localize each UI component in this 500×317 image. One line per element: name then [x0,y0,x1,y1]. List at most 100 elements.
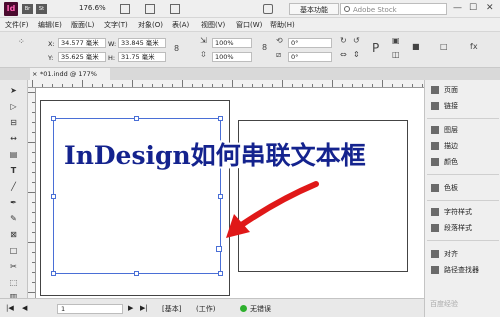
shear-field[interactable]: 0° [288,52,332,62]
mode-label[interactable]: (工作) [196,304,215,314]
menu-help[interactable]: 帮助(H) [270,20,295,30]
ruler-tick [372,84,373,87]
status-bar: |◀ ◀ 1 ▶ ▶| [基本] (工作) 无错误 [0,298,424,317]
document-canvas[interactable] [36,88,424,298]
frame-handle-bm[interactable] [134,271,139,276]
menu-type[interactable]: 文字(T) [104,20,128,30]
type-tool-icon[interactable]: T [8,166,19,176]
menu-layout[interactable]: 版面(L) [71,20,94,30]
frame-handle-br[interactable] [218,271,223,276]
publish-online-icon[interactable] [263,4,273,14]
y-label: Y: [48,54,54,62]
adobe-stock-search[interactable]: Adobe Stock [340,3,447,15]
panel-pathfinder[interactable]: 路径查找器 [431,264,499,276]
rotate-field[interactable]: 0° [288,38,332,48]
flip-vertical-icon[interactable]: ⇕ [353,50,360,59]
w-label: W: [108,40,117,48]
ruler-tick [62,84,63,87]
rectangle-tool-icon[interactable]: □ [8,246,19,256]
pen-tool-icon[interactable]: ✒ [8,198,19,208]
flip-horizontal-icon[interactable]: ⇔ [340,50,347,59]
horizontal-ruler[interactable] [28,80,424,88]
selection-tool-icon[interactable]: ➤ [8,86,19,96]
width-field[interactable]: 33.845 毫米 [118,38,166,48]
x-position-field[interactable]: 34.577 毫米 [58,38,106,48]
constrain-proportions-icon[interactable]: 8 [174,44,179,53]
menu-view[interactable]: 视图(V) [201,20,225,30]
view-options-icon[interactable] [120,4,130,14]
vertical-ruler[interactable] [28,88,36,298]
content-collector-icon[interactable]: ▤ [8,150,19,160]
arrange-documents-icon[interactable] [170,4,180,14]
direct-selection-tool-icon[interactable]: ▷ [8,102,19,112]
panel-swatches[interactable]: 色板 [431,182,499,194]
last-page-icon[interactable]: ▶| [140,304,148,312]
reference-point-icon[interactable]: ⁘ [18,37,25,46]
panel-character-styles[interactable]: 字符样式 [431,206,499,218]
document-tab[interactable]: × *01.indd @ 177% [30,68,110,80]
panel-stroke[interactable]: 描边 [431,140,499,152]
panel-layers[interactable]: 图层 [431,124,499,136]
menu-object[interactable]: 对象(O) [138,20,163,30]
scale-x-field[interactable]: 100% [212,38,252,48]
next-page-icon[interactable]: ▶ [128,304,133,312]
frame-handle-mr[interactable] [218,194,223,199]
page-tool-icon[interactable]: ⊟ [8,118,19,128]
bridge-button[interactable]: Br [22,4,33,14]
zoom-level[interactable]: 176.6% [79,4,106,12]
panel-links[interactable]: 链接 [431,100,499,112]
menu-window[interactable]: 窗口(W) [236,20,262,30]
menu-file[interactable]: 文件(F) [5,20,29,30]
master-label[interactable]: [基本] [162,304,181,314]
fill-icon[interactable]: ■ [412,42,420,51]
workspace-switcher[interactable]: 基本功能 [289,3,339,15]
search-icon [344,6,350,12]
frame-handle-tl[interactable] [51,116,56,121]
effects-icon[interactable]: fx [470,42,478,51]
maximize-button[interactable]: ☐ [469,3,477,13]
panel-paragraph-styles[interactable]: 段落样式 [431,222,499,234]
first-page-icon[interactable]: |◀ [6,304,14,312]
line-tool-icon[interactable]: ╱ [8,182,19,192]
panel-pages[interactable]: 页面 [431,84,499,96]
gap-tool-icon[interactable]: ↔ [8,134,19,144]
minimize-button[interactable]: — [453,3,462,13]
pencil-tool-icon[interactable]: ✎ [8,214,19,224]
stock-button[interactable]: St [36,4,47,14]
stroke-icon[interactable]: □ [440,42,448,51]
frame-handle-ml[interactable] [51,194,56,199]
frame-handle-bl[interactable] [51,271,56,276]
rotate-cw-icon[interactable]: ↻ [340,36,347,45]
height-field[interactable]: 31.75 毫米 [118,52,166,62]
previous-page-icon[interactable]: ◀ [22,304,27,312]
free-transform-tool-icon[interactable]: ⬚ [8,278,19,288]
frame-handle-tm[interactable] [134,116,139,121]
scale-y-field[interactable]: 100% [212,52,252,62]
constrain-scale-icon[interactable]: 8 [262,43,267,52]
close-window-button[interactable]: ✕ [486,3,494,13]
select-container-icon[interactable]: ▣ [392,36,400,45]
overset-out-port[interactable] [216,246,222,252]
ruler-tick [192,84,193,87]
paragraph-icon[interactable]: P [372,41,379,55]
panel-color[interactable]: 颜色 [431,156,499,168]
ruler-tick [312,84,313,87]
menu-edit[interactable]: 编辑(E) [38,20,62,30]
ruler-tick [322,84,323,87]
y-position-field[interactable]: 35.625 毫米 [58,52,106,62]
panel-label: 链接 [444,102,458,110]
rectangle-frame-tool-icon[interactable]: ⊠ [8,230,19,240]
panel-align[interactable]: 对齐 [431,248,499,260]
page-selector[interactable]: 1 [57,304,123,314]
panel-dock: 页面 链接 图层 描边 颜色 色板 字符样式 段落样式 对齐 路径查找器 [424,80,500,317]
menu-table[interactable]: 表(A) [172,20,189,30]
close-tab-icon[interactable]: × [32,68,37,80]
ruler-tick [162,84,163,87]
rotate-ccw-icon[interactable]: ↺ [353,36,360,45]
screen-mode-icon[interactable] [145,4,155,14]
select-content-icon[interactable]: ◫ [392,50,400,59]
scissors-tool-icon[interactable]: ✂ [8,262,19,272]
preflight-errors[interactable]: 无错误 [250,304,271,314]
character-styles-icon [431,208,439,216]
frame-handle-tr[interactable] [218,116,223,121]
